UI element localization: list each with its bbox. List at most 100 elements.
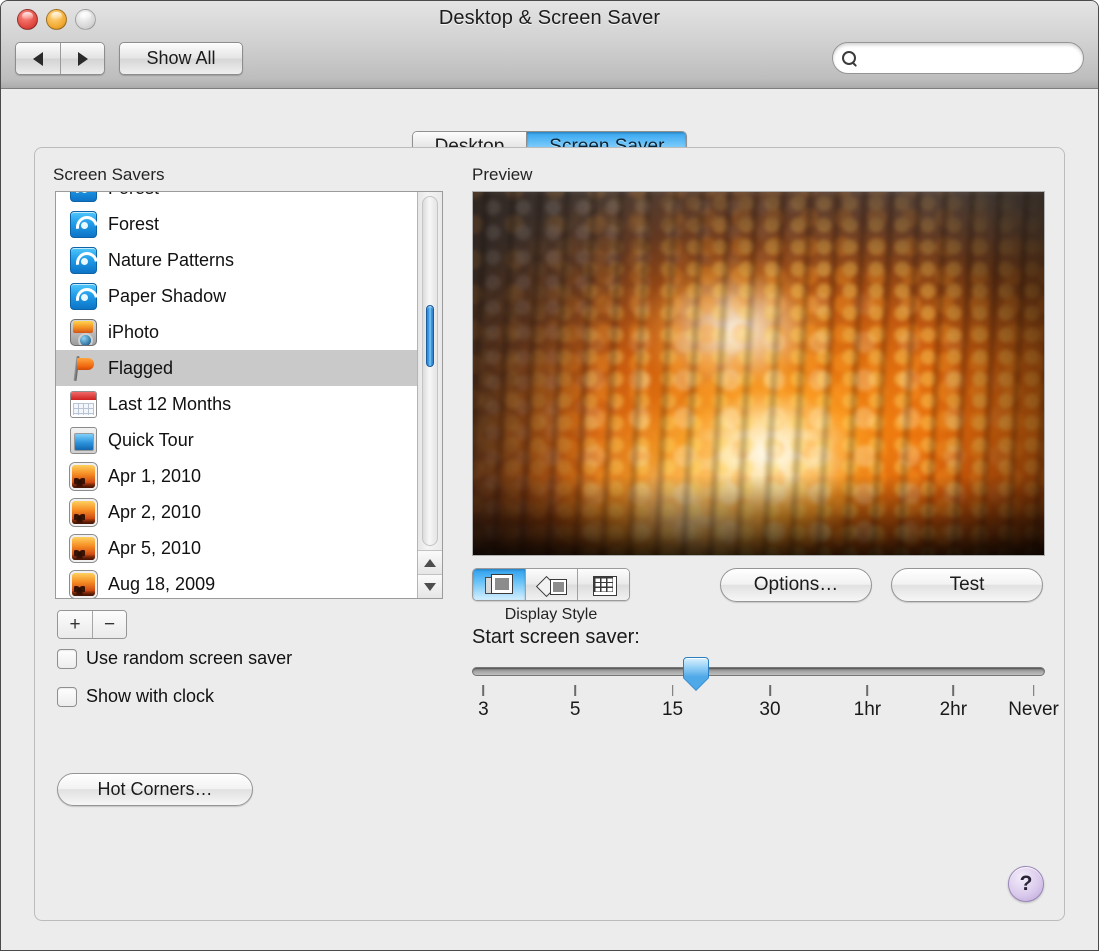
list-item[interactable]: Apr 2, 2010 <box>56 494 417 530</box>
photo-album-icon <box>70 570 97 598</box>
list-item[interactable]: Forest <box>56 192 417 206</box>
system-preferences-window: Desktop & Screen Saver Show All Desktop … <box>0 0 1099 951</box>
search-field[interactable] <box>832 42 1084 74</box>
scrollbar-track[interactable] <box>422 196 438 546</box>
display-style-mosaic[interactable] <box>577 569 629 600</box>
scroll-down-button[interactable] <box>418 574 442 598</box>
list-item[interactable]: Quick Tour <box>56 422 417 458</box>
display-style-control: Display Style <box>472 568 630 624</box>
photo-album-icon <box>70 462 97 490</box>
slider-tick <box>866 685 869 696</box>
scrollbar-thumb[interactable] <box>426 305 434 367</box>
checkbox-box[interactable] <box>57 648 77 669</box>
list-scrollbar[interactable] <box>417 192 442 598</box>
slider-tick <box>769 685 771 696</box>
checkbox-label: Show with clock <box>86 686 215 706</box>
slider-ticks <box>472 685 1045 699</box>
collage-icon <box>538 574 567 596</box>
list-item[interactable]: Apr 1, 2010 <box>56 458 417 494</box>
display-style-slideshow[interactable] <box>473 569 525 600</box>
add-screensaver-button[interactable]: + <box>58 611 92 638</box>
list-item[interactable]: Forest <box>56 206 417 242</box>
list-item[interactable]: Paper Shadow <box>56 278 417 314</box>
photo-album-icon <box>70 534 97 562</box>
swirl-icon <box>70 192 97 202</box>
back-button[interactable] <box>16 43 60 74</box>
slider-tick <box>1032 685 1035 696</box>
list-item-label: Nature Patterns <box>108 249 235 270</box>
remove-screensaver-button[interactable]: − <box>92 611 126 638</box>
list-item[interactable]: Aug 18, 2009 <box>56 566 417 598</box>
use-random-screen-saver-checkbox[interactable]: Use random screen saver <box>57 648 292 669</box>
preview-vignette <box>473 192 1044 555</box>
slider-tick-label: 3 <box>478 699 489 720</box>
show-all-button[interactable]: Show All <box>119 42 243 75</box>
slider-tick <box>671 685 674 696</box>
slider-tick-label: 2hr <box>939 699 968 720</box>
slider-tick <box>574 685 576 696</box>
show-with-clock-checkbox[interactable]: Show with clock <box>57 686 214 707</box>
scrollbar-arrows <box>418 550 442 598</box>
list-item-label: Apr 1, 2010 <box>108 465 202 486</box>
iphoto-icon <box>70 318 97 346</box>
list-item-label: Forest <box>108 213 160 234</box>
screen-saver-preview <box>472 191 1045 556</box>
list-item-label: Apr 5, 2010 <box>108 537 202 558</box>
calendar-icon <box>70 390 97 418</box>
search-input[interactable] <box>862 49 1073 67</box>
list-item-label: Aug 18, 2009 <box>108 573 216 594</box>
list-item-label: Apr 2, 2010 <box>108 501 202 522</box>
chevron-down-icon <box>424 582 436 591</box>
help-icon[interactable]: ? <box>1008 866 1044 902</box>
slider-tick <box>952 685 955 696</box>
search-icon <box>841 50 858 67</box>
screen-savers-list[interactable]: Forest Forest Nature Patterns Paper <box>55 191 443 599</box>
slider-tick <box>482 685 485 696</box>
slider-tick-label: 1hr <box>853 699 882 720</box>
display-style-collage[interactable] <box>525 569 577 600</box>
start-screen-saver-label: Start screen saver: <box>472 626 640 648</box>
add-remove-buttons: + − <box>57 610 127 639</box>
checkbox-box[interactable] <box>57 686 77 707</box>
list-item-label: Quick Tour <box>108 429 194 450</box>
test-button[interactable]: Test <box>891 568 1043 602</box>
list-item[interactable]: Last 12 Months <box>56 386 417 422</box>
slider-track[interactable] <box>472 657 1045 690</box>
slider-tick-labels: 3 5 15 30 1hr 2hr Never <box>472 699 1059 725</box>
window-titlebar: Desktop & Screen Saver Show All <box>1 1 1098 89</box>
slider-tick-label: 30 <box>759 699 781 720</box>
content-panel: Screen Savers Forest Forest <box>34 147 1065 921</box>
forward-button[interactable] <box>60 43 104 74</box>
list-item-label: Last 12 Months <box>108 393 232 414</box>
checkbox-label: Use random screen saver <box>86 648 293 668</box>
list-item-label: Forest <box>108 192 159 199</box>
list-item[interactable]: iPhoto <box>56 314 417 350</box>
list-item-label: Paper Shadow <box>108 285 227 306</box>
screen-savers-label: Screen Savers <box>53 165 165 184</box>
navigation-buttons <box>15 42 105 75</box>
quick-tour-icon <box>70 426 97 454</box>
triangle-left-icon <box>33 51 43 66</box>
list-item-label: iPhoto <box>108 321 160 342</box>
scroll-up-button[interactable] <box>418 550 442 574</box>
slider-tick-label: Never <box>1008 699 1059 720</box>
swirl-icon <box>70 282 97 310</box>
photo-album-icon <box>70 498 97 526</box>
hot-corners-button[interactable]: Hot Corners… <box>57 773 253 806</box>
display-style-label: Display Style <box>504 606 598 623</box>
start-screen-saver-slider-area: Start screen saver: 3 5 15 30 1hr 2hr Never <box>472 626 1059 725</box>
list-item[interactable]: Nature Patterns <box>56 242 417 278</box>
slideshow-stack-icon <box>485 573 513 596</box>
list-item-selected[interactable]: Flagged <box>56 350 417 386</box>
preference-pane-body: Desktop Screen Saver Screen Savers Fores… <box>1 89 1098 950</box>
list-item[interactable]: Apr 5, 2010 <box>56 530 417 566</box>
mosaic-grid-icon <box>590 574 618 596</box>
slider-tick-label: 5 <box>569 699 581 720</box>
options-button[interactable]: Options… <box>720 568 872 602</box>
window-title: Desktop & Screen Saver <box>438 7 661 29</box>
preview-label: Preview <box>472 165 533 184</box>
swirl-icon <box>70 246 97 274</box>
slider-tick-label: 15 <box>661 699 684 720</box>
triangle-right-icon <box>77 51 88 66</box>
flag-icon <box>70 355 97 382</box>
